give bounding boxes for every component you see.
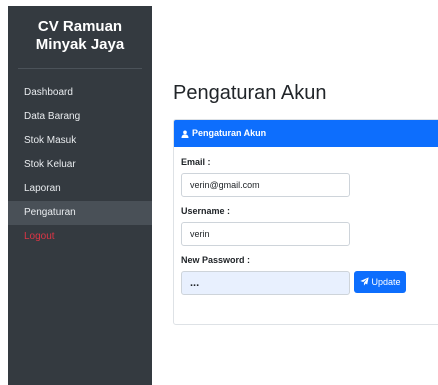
sidebar-item-laporan[interactable]: Laporan (8, 177, 152, 201)
card-header: Pengaturan Akun (174, 120, 438, 147)
new-password-field[interactable] (181, 271, 350, 295)
user-icon (181, 130, 189, 138)
send-icon (360, 277, 370, 286)
brand-title: CV Ramuan Minyak Jaya (18, 18, 142, 69)
sidebar-item-stok-keluar[interactable]: Stok Keluar (8, 153, 152, 177)
sidebar-item-data-barang[interactable]: Data Barang (8, 105, 152, 129)
sidebar-item-pengaturan[interactable]: Pengaturan (8, 201, 152, 225)
email-field[interactable] (181, 173, 350, 197)
update-button[interactable]: Update (354, 270, 407, 293)
email-label: Email : (181, 157, 211, 167)
username-field[interactable] (181, 222, 350, 246)
page-title: Pengaturan Akun (173, 82, 327, 104)
sidebar: CV Ramuan Minyak Jaya Dashboard Data Bar… (8, 6, 152, 385)
username-label: Username : (181, 206, 231, 216)
card-body: Email : Username : New Password : Update (174, 147, 438, 304)
new-password-label: New Password : (181, 255, 251, 265)
sidebar-item-logout[interactable]: Logout (8, 225, 152, 249)
sidebar-item-dashboard[interactable]: Dashboard (8, 81, 152, 105)
account-settings-card: Pengaturan Akun Email : Username : New P… (173, 119, 438, 325)
sidebar-item-stok-masuk[interactable]: Stok Masuk (8, 129, 152, 153)
update-button-label: Update (371, 276, 401, 287)
card-header-title: Pengaturan Akun (192, 128, 267, 138)
